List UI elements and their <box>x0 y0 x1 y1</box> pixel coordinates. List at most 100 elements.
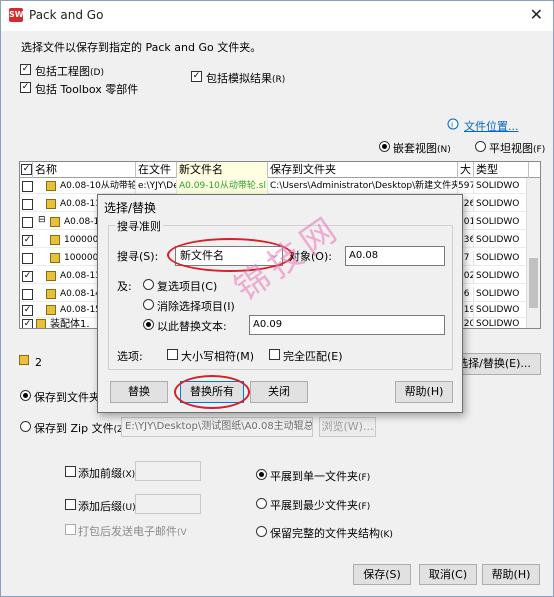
suffix-input[interactable] <box>135 494 201 514</box>
help-button[interactable]: 帮助(H) <box>482 564 540 585</box>
header-folder[interactable]: 保存到文件夹 <box>268 162 458 178</box>
header-infile[interactable]: 在文件 <box>136 162 177 178</box>
flatten-minimal-radio[interactable] <box>256 498 267 509</box>
add-suffix-checkbox[interactable] <box>65 499 76 510</box>
window-title: Pack and Go <box>29 8 104 22</box>
add-suffix-label: 添加后缀(U) <box>78 500 136 513</box>
pack-and-go-window: SW Pack and Go ✕ 选择文件以保存到指定的 Pack and Go… <box>0 0 554 597</box>
replace-text-input[interactable]: A0.09 <box>249 315 445 335</box>
save-to-zip-radio[interactable] <box>20 421 31 432</box>
save-button[interactable]: 保存(S) <box>353 564 411 585</box>
row-type: SOLIDWO <box>474 303 529 318</box>
row-checkbox[interactable]: ✓ <box>22 271 33 282</box>
deselect-items-label: 消除选择项目(I) <box>157 300 235 313</box>
row-name: 1000000 <box>62 233 98 248</box>
whole-match-checkbox[interactable] <box>269 349 280 360</box>
save-to-folder-radio[interactable] <box>20 390 31 401</box>
flatten-full-radio[interactable] <box>256 526 267 537</box>
part-icon <box>46 271 56 281</box>
row-checkbox[interactable] <box>22 289 33 300</box>
include-toolbox-checkbox[interactable]: ✓ <box>20 82 31 93</box>
prefix-input[interactable] <box>135 461 201 481</box>
flatten-single-label: 平展到单一文件夹(F) <box>270 470 371 483</box>
row-name: A0.08-15 <box>58 303 98 318</box>
header-size[interactable]: 大 <box>458 162 474 178</box>
cancel-button[interactable]: 取消(C) <box>419 564 477 585</box>
row-type: SOLIDWO <box>474 215 529 230</box>
send-email-checkbox[interactable] <box>65 524 76 535</box>
header-name[interactable]: 名称 <box>33 162 136 178</box>
part-icon <box>46 289 56 299</box>
replace-text-radio[interactable] <box>143 319 154 330</box>
flat-view-radio[interactable] <box>475 141 486 152</box>
match-case-label: 大小写相符(M) <box>181 350 255 363</box>
row-checkbox[interactable]: ✓ <box>22 319 33 328</box>
part-icon <box>50 235 60 245</box>
header-select-all[interactable]: ✓ <box>20 162 33 178</box>
part-icon <box>50 253 60 263</box>
row-checkbox[interactable] <box>22 199 33 210</box>
row-newname[interactable]: A0.09-10从动带轮.sl <box>177 179 268 194</box>
row-type: SOLIDWO <box>474 233 529 248</box>
add-prefix-label: 添加前缀(X): <box>78 467 139 480</box>
object-input[interactable]: A0.08 <box>345 246 445 266</box>
check-items-radio[interactable] <box>143 279 154 290</box>
table-header: ✓ 名称 在文件 新文件名 保存到文件夹 大 类型 <box>20 162 540 178</box>
assembly-icon <box>36 319 46 328</box>
collapse-icon[interactable]: ⊟ <box>38 215 46 225</box>
table-row[interactable]: A0.08-10从动带轮.sldprt e:\YJY\De A0.09-10从动… <box>20 179 540 194</box>
file-location-icon: i <box>447 118 459 133</box>
include-sim-checkbox[interactable]: ✓ <box>191 71 202 82</box>
row-checkbox[interactable]: ✓ <box>22 305 33 316</box>
options-label: 选项: <box>117 350 143 363</box>
dialog-help-button[interactable]: 帮助(H) <box>395 381 453 403</box>
header-type[interactable]: 类型 <box>474 162 529 178</box>
row-name: 装配体1. <box>48 317 98 328</box>
row-name: 1000000 <box>62 251 98 266</box>
part-icon <box>46 181 56 191</box>
row-name: A0.08-13 <box>58 269 98 284</box>
file-location-link[interactable]: 文件位置... <box>464 118 519 134</box>
save-to-zip-label: 保存到 Zip 文件(Z): <box>34 422 130 435</box>
title-bar: SW Pack and Go ✕ <box>1 1 553 31</box>
replace-button[interactable]: 替换 <box>110 381 168 403</box>
flatten-single-radio[interactable] <box>256 469 267 480</box>
and-label: 及: <box>117 280 132 293</box>
row-type: SOLIDWO <box>474 179 529 194</box>
row-checkbox[interactable] <box>22 217 33 228</box>
row-size: 597 <box>458 179 474 194</box>
match-case-checkbox[interactable] <box>167 349 178 360</box>
browse-button[interactable]: 浏览(W)... <box>319 417 376 437</box>
svg-text:i: i <box>451 121 453 130</box>
row-checkbox[interactable]: ✓ <box>22 235 33 246</box>
add-prefix-checkbox[interactable] <box>65 466 76 477</box>
row-type: SOLIDWO <box>474 251 529 266</box>
row-folder[interactable]: C:\Users\Administrator\Desktop\新建文件夹 <box>268 179 458 194</box>
flatten-full-label: 保留完整的文件夹结构(K) <box>270 527 393 540</box>
table-scrollbar[interactable] <box>526 178 540 328</box>
flatten-minimal-label: 平展到最少文件夹(F) <box>270 499 371 512</box>
send-email-label: 打包后发送电子邮件(V <box>78 525 187 538</box>
row-type: SOLIDWO <box>474 197 529 212</box>
select-replace-dialog: 选择/替换 搜寻准则 搜寻(S): 新文件名 ⌵ 对象(O): A0.08 及:… <box>97 194 463 413</box>
intro-text: 选择文件以保存到指定的 Pack and Go 文件夹。 <box>21 41 262 54</box>
deselect-items-radio[interactable] <box>143 299 154 310</box>
include-drawings-checkbox[interactable]: ✓ <box>20 64 31 75</box>
nested-view-radio[interactable] <box>379 141 390 152</box>
nested-view-label: 嵌套视图(N) <box>393 142 451 155</box>
part-icon <box>46 199 56 209</box>
header-newname[interactable]: 新文件名 <box>177 162 268 178</box>
row-checkbox[interactable] <box>22 181 33 192</box>
check-items-label: 复选项目(C) <box>157 280 218 293</box>
scrollbar-thumb[interactable] <box>529 258 538 308</box>
row-checkbox[interactable] <box>22 253 33 264</box>
close-button[interactable]: 关闭 <box>250 381 308 403</box>
row-type: SOLIDWO <box>474 287 529 302</box>
row-type: SOLIDWO <box>474 317 529 328</box>
include-sim-label: 包括模拟结果(R) <box>206 72 286 85</box>
flat-view-label: 平坦视图(F) <box>489 142 546 155</box>
zip-path-input[interactable]: E:\YJY\Desktop\测试图纸\A0.08主动辊总成 <box>121 417 313 437</box>
close-icon[interactable]: ✕ <box>530 5 543 24</box>
include-drawings-label: 包括工程图(D) <box>35 65 104 78</box>
dialog-title: 选择/替换 <box>104 201 157 215</box>
